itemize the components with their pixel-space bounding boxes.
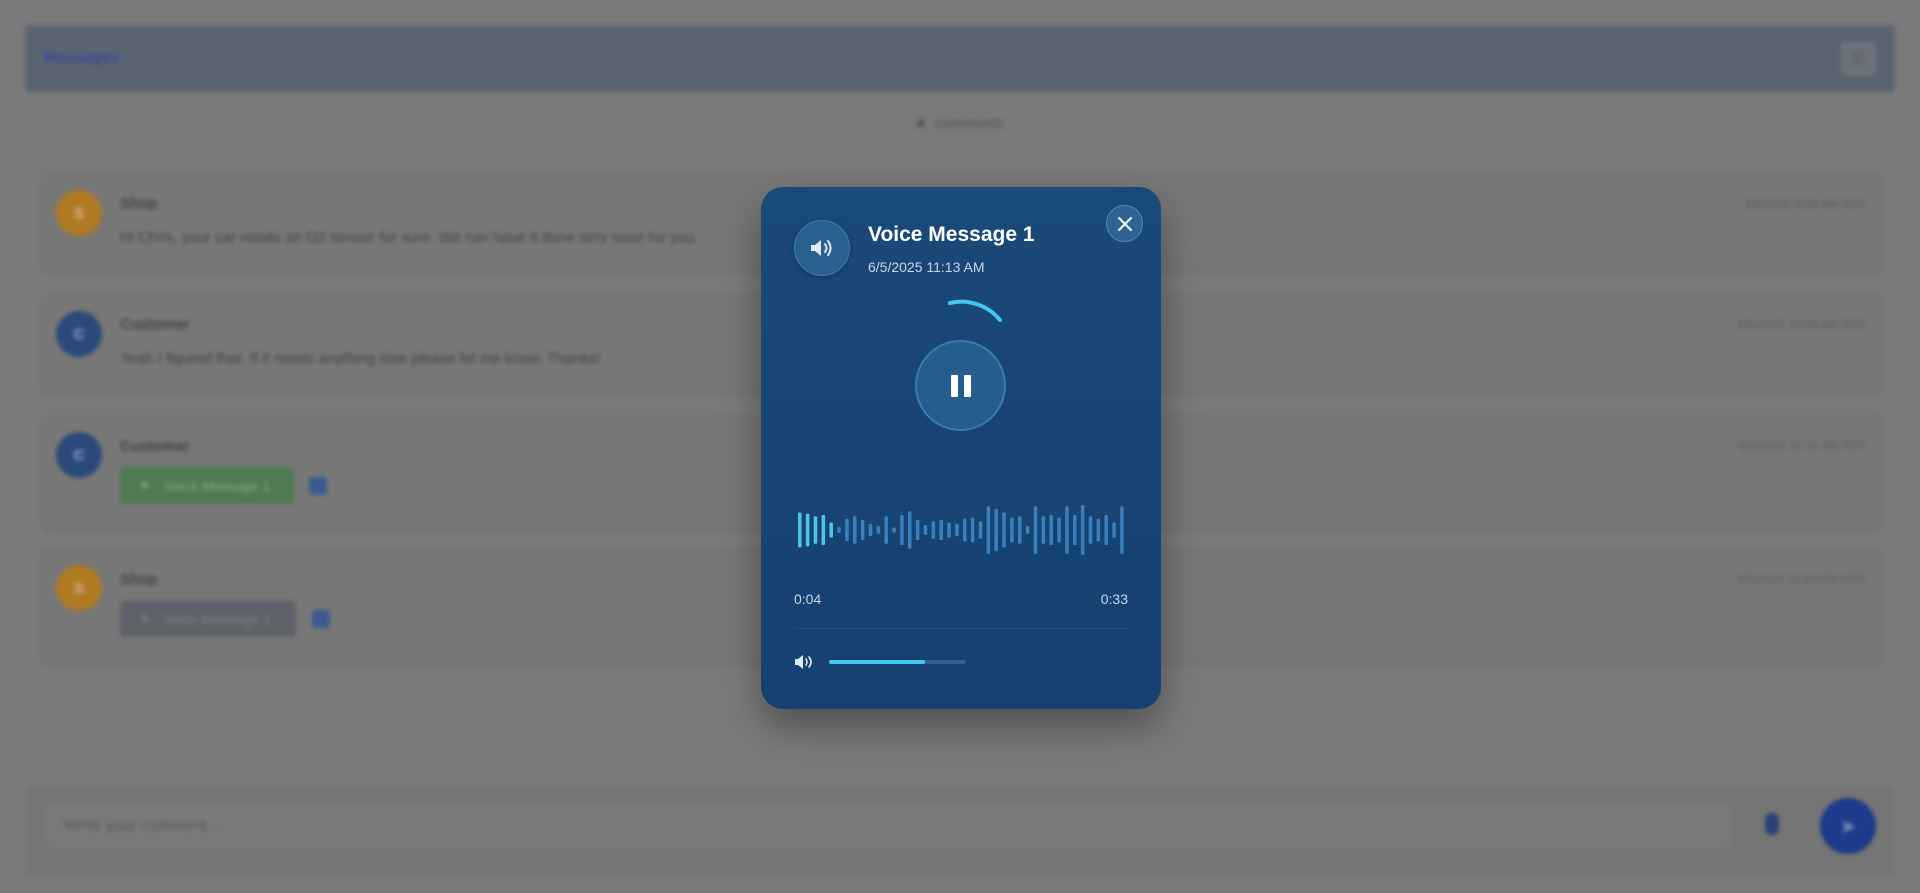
comment-count: 4 comments	[0, 115, 1920, 132]
waveform-bar	[1088, 516, 1093, 544]
waveform-bar	[1120, 506, 1124, 554]
waveform-bar	[963, 518, 967, 542]
waveform-bar	[955, 523, 959, 537]
waveform-bar	[939, 520, 943, 540]
waveform-bar	[931, 521, 936, 539]
waveform-bar	[1104, 515, 1108, 545]
waveform-bar	[986, 506, 991, 554]
waveform-bar	[845, 518, 849, 542]
close-button[interactable]	[1106, 205, 1143, 242]
waveform-bar	[821, 515, 826, 545]
volume-level	[829, 660, 925, 664]
waveform-bar	[947, 522, 951, 538]
avatar: C	[56, 311, 102, 357]
waveform-bar	[1073, 515, 1077, 545]
voice-message-button[interactable]: ▶ Voice Message 1	[120, 467, 294, 504]
send-icon: ➤	[1839, 815, 1857, 838]
comment-text: Yeah I figured that. If it needs anythin…	[120, 350, 601, 367]
waveform-bar	[908, 511, 912, 549]
waveform-bar	[915, 520, 920, 540]
waveform-bar	[900, 515, 904, 545]
send-button[interactable]: ➤	[1820, 798, 1876, 854]
player-title: Voice Message 1	[868, 223, 1035, 246]
waveform-bar	[1112, 522, 1116, 538]
avatar: S	[56, 565, 102, 611]
comment-count-number: 4	[916, 115, 925, 132]
comment-count-label: comments	[934, 115, 1004, 132]
waveform-bar	[805, 513, 810, 547]
play-icon: ▶	[142, 480, 150, 491]
waveform-bar	[798, 512, 802, 548]
comment-timestamp: 6/5/2025 12:00 PM PDT	[1737, 572, 1866, 586]
volume-icon[interactable]	[794, 654, 814, 675]
comment-author: Customer	[120, 316, 191, 333]
avatar: S	[56, 190, 102, 236]
waveform-bar	[1096, 518, 1101, 542]
page-title: Messages	[43, 49, 120, 66]
voice-message-player: Voice Message 1 6/5/2025 11:13 AM 0:04 0…	[761, 187, 1161, 709]
waveform-bar	[978, 521, 983, 539]
waveform-bar	[1065, 506, 1069, 554]
comment-author: Customer	[120, 438, 191, 455]
list-icon[interactable]: ☰	[1841, 42, 1875, 76]
download-icon[interactable]	[312, 610, 330, 628]
waveform-bar	[1010, 517, 1014, 543]
comment-timestamp: 6/5/2025 11:13 AM PDT	[1738, 439, 1866, 453]
messages-header: Messages ☰	[25, 25, 1895, 92]
comment-timestamp: 6/5/2025 10:00 AM PDT	[1737, 318, 1866, 332]
waveform-bar	[853, 516, 857, 544]
comment-author: Shop	[120, 571, 158, 588]
waveform-bar	[813, 516, 818, 544]
waveform-bar	[876, 526, 881, 534]
microphone-icon[interactable]	[1765, 813, 1779, 835]
waveform-bar	[1018, 516, 1022, 544]
waveform-bar	[994, 508, 998, 552]
waveform-bar	[837, 527, 841, 533]
current-time: 0:04	[794, 591, 822, 607]
duration: 0:33	[1100, 591, 1128, 607]
waveform-bar	[923, 525, 928, 535]
waveform-bar	[1041, 516, 1046, 544]
close-icon	[1117, 216, 1132, 231]
pause-button[interactable]	[915, 340, 1006, 431]
voice-message-label: Voice Message 2	[163, 610, 271, 627]
voice-message-button[interactable]: ▶ Voice Message 2	[120, 600, 296, 637]
waveform-bar	[892, 527, 896, 533]
waveform-seekbar[interactable]	[797, 505, 1127, 555]
waveform-bar	[829, 522, 833, 538]
waveform-bar	[868, 523, 873, 537]
waveform-bar	[1025, 526, 1030, 534]
play-icon: ▶	[142, 613, 150, 624]
waveform-bar	[1080, 505, 1085, 555]
voice-message-label: Voice Message 1	[163, 477, 271, 494]
speaker-icon	[794, 220, 850, 276]
waveform-bar	[1002, 512, 1006, 548]
player-date: 6/5/2025 11:13 AM	[868, 259, 985, 275]
waveform-bar	[1033, 506, 1038, 554]
comment-author: Shop	[120, 195, 158, 212]
comment-text: Hi Chris, your car needs an O2 sensor fo…	[120, 229, 699, 246]
waveform-bar	[970, 517, 975, 543]
comment-timestamp: 6/5/2025 9:00 AM PDT	[1744, 197, 1866, 211]
divider	[794, 628, 1128, 629]
waveform-bar	[860, 520, 865, 540]
pause-icon	[950, 374, 971, 397]
comment-composer: ➤	[25, 785, 1895, 875]
download-icon[interactable]	[309, 477, 327, 495]
waveform-bar	[1049, 515, 1053, 545]
comment-input[interactable]	[45, 801, 1732, 851]
volume-slider[interactable]	[829, 660, 966, 664]
avatar: C	[56, 432, 102, 478]
waveform-bar	[1057, 517, 1061, 543]
waveform-bar	[884, 516, 888, 544]
